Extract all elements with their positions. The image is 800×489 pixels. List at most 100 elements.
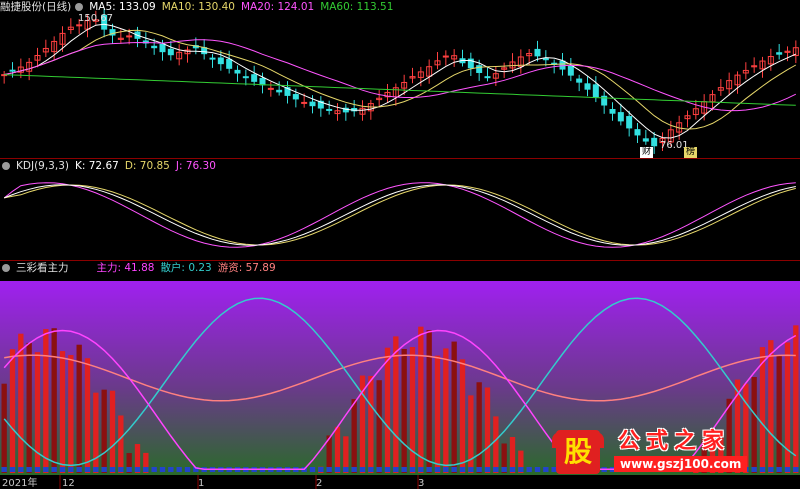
main-force-bar — [484, 387, 491, 473]
main-force-base-mark — [518, 467, 524, 472]
high-price-label: 150.67 — [78, 13, 113, 24]
price-candle — [326, 108, 333, 111]
price-candle — [309, 101, 316, 107]
main-force-base-mark — [509, 467, 516, 472]
kdj-panel: KDJ(9,3,3) K: 72.67 D: 70.85 J: 76.30 — [0, 158, 800, 261]
main-force-base-mark — [101, 467, 107, 472]
main-force-bar — [368, 375, 374, 473]
main-force-bar — [334, 426, 341, 473]
price-candle — [592, 84, 599, 98]
main-force-base-mark — [418, 467, 424, 472]
main-force-base-mark — [318, 467, 324, 472]
main-force-base-mark — [376, 467, 382, 472]
price-candle — [126, 35, 133, 38]
main-force-base-mark — [443, 467, 449, 472]
price-panel: 融捷股份(日线) MA5: 133.09 MA10: 130.40 MA20: 124… — [0, 0, 800, 160]
main-force-bar — [784, 342, 791, 473]
main-force-base-mark — [126, 467, 132, 472]
main-force-base-mark — [401, 467, 407, 472]
ma20-value: MA20: 124.01 — [240, 1, 315, 13]
price-candle — [9, 69, 16, 72]
price-candle — [776, 52, 783, 55]
main-force-base-mark — [476, 467, 482, 472]
price-header: 融捷股份(日线) MA5: 133.09 MA10: 130.40 MA20: 124… — [0, 0, 399, 14]
ma60-line — [4, 74, 796, 106]
x-label-2: 2 — [316, 478, 323, 489]
price-candle — [484, 76, 491, 79]
main-force-bar — [59, 351, 66, 473]
sanhu-value: 散户: 0.23 — [160, 262, 212, 274]
price-candle — [576, 78, 583, 83]
price-candle — [534, 48, 541, 57]
watermark-logo-icon: 股 — [552, 430, 604, 474]
main-force-base-mark — [34, 467, 41, 472]
finance-badge[interactable]: 财 — [640, 147, 654, 158]
collapse-dot-icon[interactable] — [2, 264, 10, 272]
main-force-base-mark — [501, 467, 507, 472]
main-force-base-mark — [84, 467, 91, 472]
main-force-base-mark — [343, 467, 349, 472]
main-force-bar — [1, 383, 7, 473]
main-force-base-mark — [526, 467, 532, 472]
main-force-base-mark — [51, 467, 57, 472]
main-force-base-mark — [1, 467, 7, 472]
main-force-base-mark — [143, 467, 149, 472]
collapse-dot-icon[interactable] — [2, 162, 10, 170]
main-force-base-mark — [151, 467, 157, 472]
ma20-line — [4, 39, 797, 112]
collapse-dot-icon[interactable] — [75, 3, 84, 11]
main-force-bar — [468, 395, 474, 473]
stock-name: 融捷股份(日线) — [0, 1, 72, 13]
main-force-bar — [443, 348, 449, 473]
price-candle — [234, 69, 241, 74]
main-force-bar — [26, 342, 32, 473]
main-force-base-mark — [793, 467, 799, 472]
price-chart — [1, 8, 799, 154]
main-force-name: 三彩看主力 — [16, 262, 69, 274]
main-force-base-mark — [484, 467, 491, 472]
main-force-base-mark — [309, 467, 316, 472]
price-candle — [301, 101, 308, 104]
price-candle — [226, 58, 233, 69]
main-force-bar — [793, 325, 799, 473]
main-force-bar — [118, 415, 124, 473]
main-force-bar — [476, 382, 482, 473]
main-force-base-mark — [459, 467, 466, 472]
main-force-base-mark — [384, 467, 391, 472]
main-force-base-mark — [93, 467, 99, 472]
kdj-k-value: K: 72.67 — [74, 160, 119, 172]
ranking-badge[interactable]: 榜 — [684, 147, 698, 158]
price-candle — [259, 77, 266, 86]
main-force-base-mark — [493, 467, 499, 472]
main-force-bar — [93, 392, 99, 473]
watermark-url: www.gszj100.com — [614, 456, 748, 472]
price-candle — [167, 48, 174, 56]
youzi-value: 游资: 57.89 — [217, 262, 276, 274]
main-force-base-mark — [468, 467, 474, 472]
main-force-base-mark — [334, 467, 341, 472]
main-force-base-mark — [368, 467, 374, 472]
kdj-d-value: D: 70.85 — [124, 160, 170, 172]
price-candle — [242, 76, 249, 79]
kdj-chart — [3, 182, 796, 248]
main-force-bar — [426, 330, 432, 473]
price-candle — [251, 74, 258, 82]
x-label-2021: 2021年 — [2, 478, 38, 489]
main-force-bar — [384, 347, 391, 473]
price-candle — [651, 137, 658, 147]
main-force-bar — [43, 329, 49, 473]
main-force-header: 三彩看主力 主力: 41.88 散户: 0.23 游资: 57.89 — [0, 261, 282, 275]
ma5-line — [4, 23, 797, 139]
main-force-base-mark — [26, 467, 32, 472]
main-force-base-mark — [326, 467, 332, 472]
main-force-bar — [434, 355, 441, 473]
watermark: 股 公式之家 www.gszj100.com — [552, 429, 782, 474]
watermark-text: 公式之家 — [618, 429, 731, 454]
main-force-bar — [18, 333, 24, 473]
main-force-bar — [68, 355, 74, 473]
main-force-base-mark — [393, 467, 399, 472]
price-candle — [642, 138, 649, 142]
price-candle — [617, 112, 624, 122]
main-force-base-mark — [784, 467, 791, 472]
main-force-base-mark — [168, 467, 174, 472]
